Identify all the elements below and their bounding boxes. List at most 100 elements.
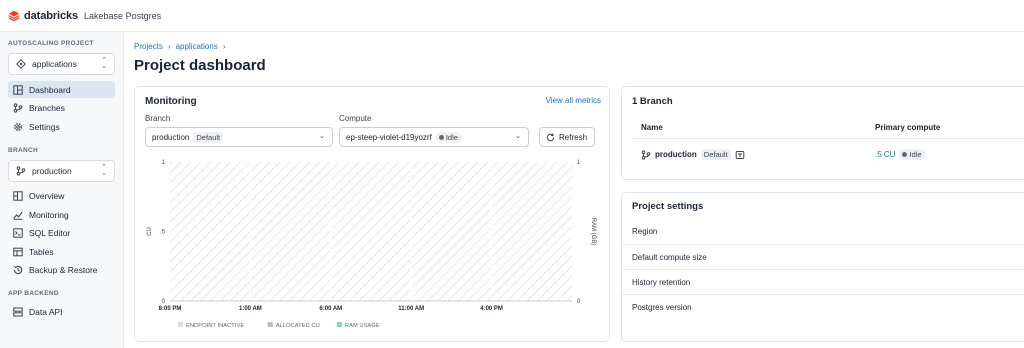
sidebar-item-label: Backup & Restore <box>29 265 98 275</box>
monitoring-chart[interactable]: 8:00 PM 1:00 AM 6:00 AM 11:00 AM 4:00 PM 0 .5 1… <box>145 158 605 338</box>
column-header-name: Name <box>641 123 663 132</box>
api-icon <box>13 307 23 317</box>
sidebar-item-label: SQL Editor <box>29 228 71 238</box>
dashboard-icon <box>13 84 23 95</box>
sidebar-item-backup-restore[interactable]: Backup & Restore <box>8 262 115 279</box>
table-row[interactable]: production Default .5 CU Idle <box>622 141 1024 171</box>
column-header-primary-compute: Primary compute <box>875 123 941 132</box>
sql-editor-icon <box>13 228 23 238</box>
sidebar-item-tables[interactable]: Tables <box>8 243 115 260</box>
endpoint-inactive-area <box>170 162 572 301</box>
page-title: Project dashboard <box>134 57 266 74</box>
sidebar-item-monitoring[interactable]: Monitoring <box>8 206 115 223</box>
legend-label: ENDPOINT INACTIVE <box>186 323 244 329</box>
sidebar-item-dashboard[interactable]: Dashboard <box>8 81 115 98</box>
chevron-down-icon: ⌄ <box>319 133 325 140</box>
sidebar-item-label: Overview <box>29 191 65 201</box>
status-dot <box>438 134 444 140</box>
x-tick-label: 1:00 AM <box>239 306 262 312</box>
overview-icon <box>13 191 23 201</box>
y-left-tick-label: 1 <box>162 160 166 166</box>
compute-dropdown-value: ep-steep-violet-d19yozrf <box>346 132 432 142</box>
app-backend-section-label: APP BACKEND <box>8 290 59 297</box>
settings-row-label: Default compute size <box>632 252 707 262</box>
settings-row-history-retention: History retention <box>622 269 1024 294</box>
compute-field-label: Compute <box>339 114 372 123</box>
branch-dropdown[interactable]: production Default ⌄ <box>145 127 333 147</box>
y-right-tick-label: 1 <box>577 160 581 166</box>
legend-label: RAM USAGE <box>345 323 380 329</box>
project-selector-value: applications <box>32 59 77 69</box>
product-name: Lakebase Postgres <box>84 10 162 21</box>
sidebar-item-label: Data API <box>29 306 63 317</box>
refresh-icon <box>546 133 555 141</box>
branches-card-title: 1 Branch <box>632 96 673 107</box>
y-right-axis-label: RAM (GB) <box>590 218 596 246</box>
project-settings-card: Project settings Region Default compute … <box>621 192 1024 342</box>
branches-card: 1 Branch Name Primary compute production… <box>621 86 1024 180</box>
sidebar-item-branches[interactable]: Branches <box>8 100 115 117</box>
history-icon <box>13 265 23 275</box>
table-icon <box>13 247 23 257</box>
monitoring-title: Monitoring <box>145 96 197 107</box>
chevron-up-down-icon: ⌃ ⌄ <box>101 57 107 70</box>
x-tick-label: 8:00 PM <box>159 306 182 312</box>
chevron-down-icon: ⌄ <box>515 133 521 140</box>
branch-field-label: Branch <box>145 114 171 123</box>
sidebar-item-label: Settings <box>29 121 60 132</box>
x-tick-label: 11:00 AM <box>398 306 424 312</box>
sidebar-item-data-api[interactable]: Data API <box>8 303 115 320</box>
breadcrumb-applications[interactable]: applications <box>176 42 218 51</box>
project-settings-title: Project settings <box>632 201 704 212</box>
primary-compute-size[interactable]: .5 CU <box>875 150 895 159</box>
branch-selector[interactable]: production ⌃ ⌄ <box>8 159 115 182</box>
sidebar-item-overview[interactable]: Overview <box>8 188 115 205</box>
y-left-tick-label: .5 <box>160 230 166 236</box>
settings-row-label: Region <box>632 227 658 236</box>
branch-name[interactable]: production <box>655 150 697 159</box>
y-left-tick-label: 0 <box>162 299 166 305</box>
status-badge: Idle <box>435 131 462 143</box>
y-right-tick-label: 0 <box>577 299 581 305</box>
sidebar-item-sql-editor[interactable]: SQL Editor <box>8 225 115 242</box>
settings-row-label: Postgres version <box>632 302 692 312</box>
legend-swatch <box>267 322 273 327</box>
gear-icon <box>13 122 23 132</box>
sidebar-item-label: Branches <box>29 103 65 113</box>
databricks-logo[interactable]: databricks <box>8 10 78 22</box>
refresh-label: Refresh <box>559 132 588 142</box>
breadcrumb-separator: › <box>167 42 171 51</box>
breadcrumb: Projects › applications › <box>134 42 226 51</box>
legend-swatch <box>178 322 183 327</box>
status-text: Idle <box>909 150 922 159</box>
sidebar-item-label: Tables <box>29 246 54 257</box>
status-badge: Idle <box>899 149 926 160</box>
chevron-up-down-icon: ⌃ ⌄ <box>101 163 107 177</box>
default-badge: Default <box>700 149 731 160</box>
refresh-button[interactable]: Refresh <box>539 127 595 147</box>
settings-row-region: Region <box>622 219 1024 244</box>
branch-dropdown-value: production <box>152 132 190 142</box>
breadcrumb-separator: › <box>222 42 226 51</box>
top-bar: databricks Lakebase Postgres <box>0 0 1024 32</box>
branch-icon <box>13 103 23 113</box>
project-icon <box>16 59 26 69</box>
sidebar-item-label: Dashboard <box>29 84 71 95</box>
compute-dropdown[interactable]: ep-steep-violet-d19yozrf Idle ⌄ <box>339 127 529 147</box>
x-tick-label: 6:00 AM <box>319 306 342 312</box>
sidebar-item-label: Monitoring <box>29 209 69 220</box>
project-selector[interactable]: applications ⌃ ⌄ <box>8 53 115 75</box>
branch-selector-value: production <box>32 165 72 176</box>
settings-row-postgres-version: Postgres version <box>622 294 1024 319</box>
breadcrumb-projects[interactable]: Projects <box>134 42 163 51</box>
branch-icon <box>641 149 651 160</box>
legend-label: ALLOCATED CU <box>276 323 320 329</box>
default-badge: Default <box>193 131 224 143</box>
sidebar-item-settings[interactable]: Settings <box>8 118 115 135</box>
settings-row-label: History retention <box>632 277 691 287</box>
view-all-metrics-link[interactable]: View all metrics <box>546 96 601 105</box>
x-tick-label: 4:00 PM <box>480 306 503 312</box>
y-left-axis-label: CU <box>147 227 153 236</box>
branch-icon <box>16 165 26 176</box>
sidebar: AUTOSCALING PROJECT applications ⌃ ⌄ Dash… <box>0 32 124 348</box>
